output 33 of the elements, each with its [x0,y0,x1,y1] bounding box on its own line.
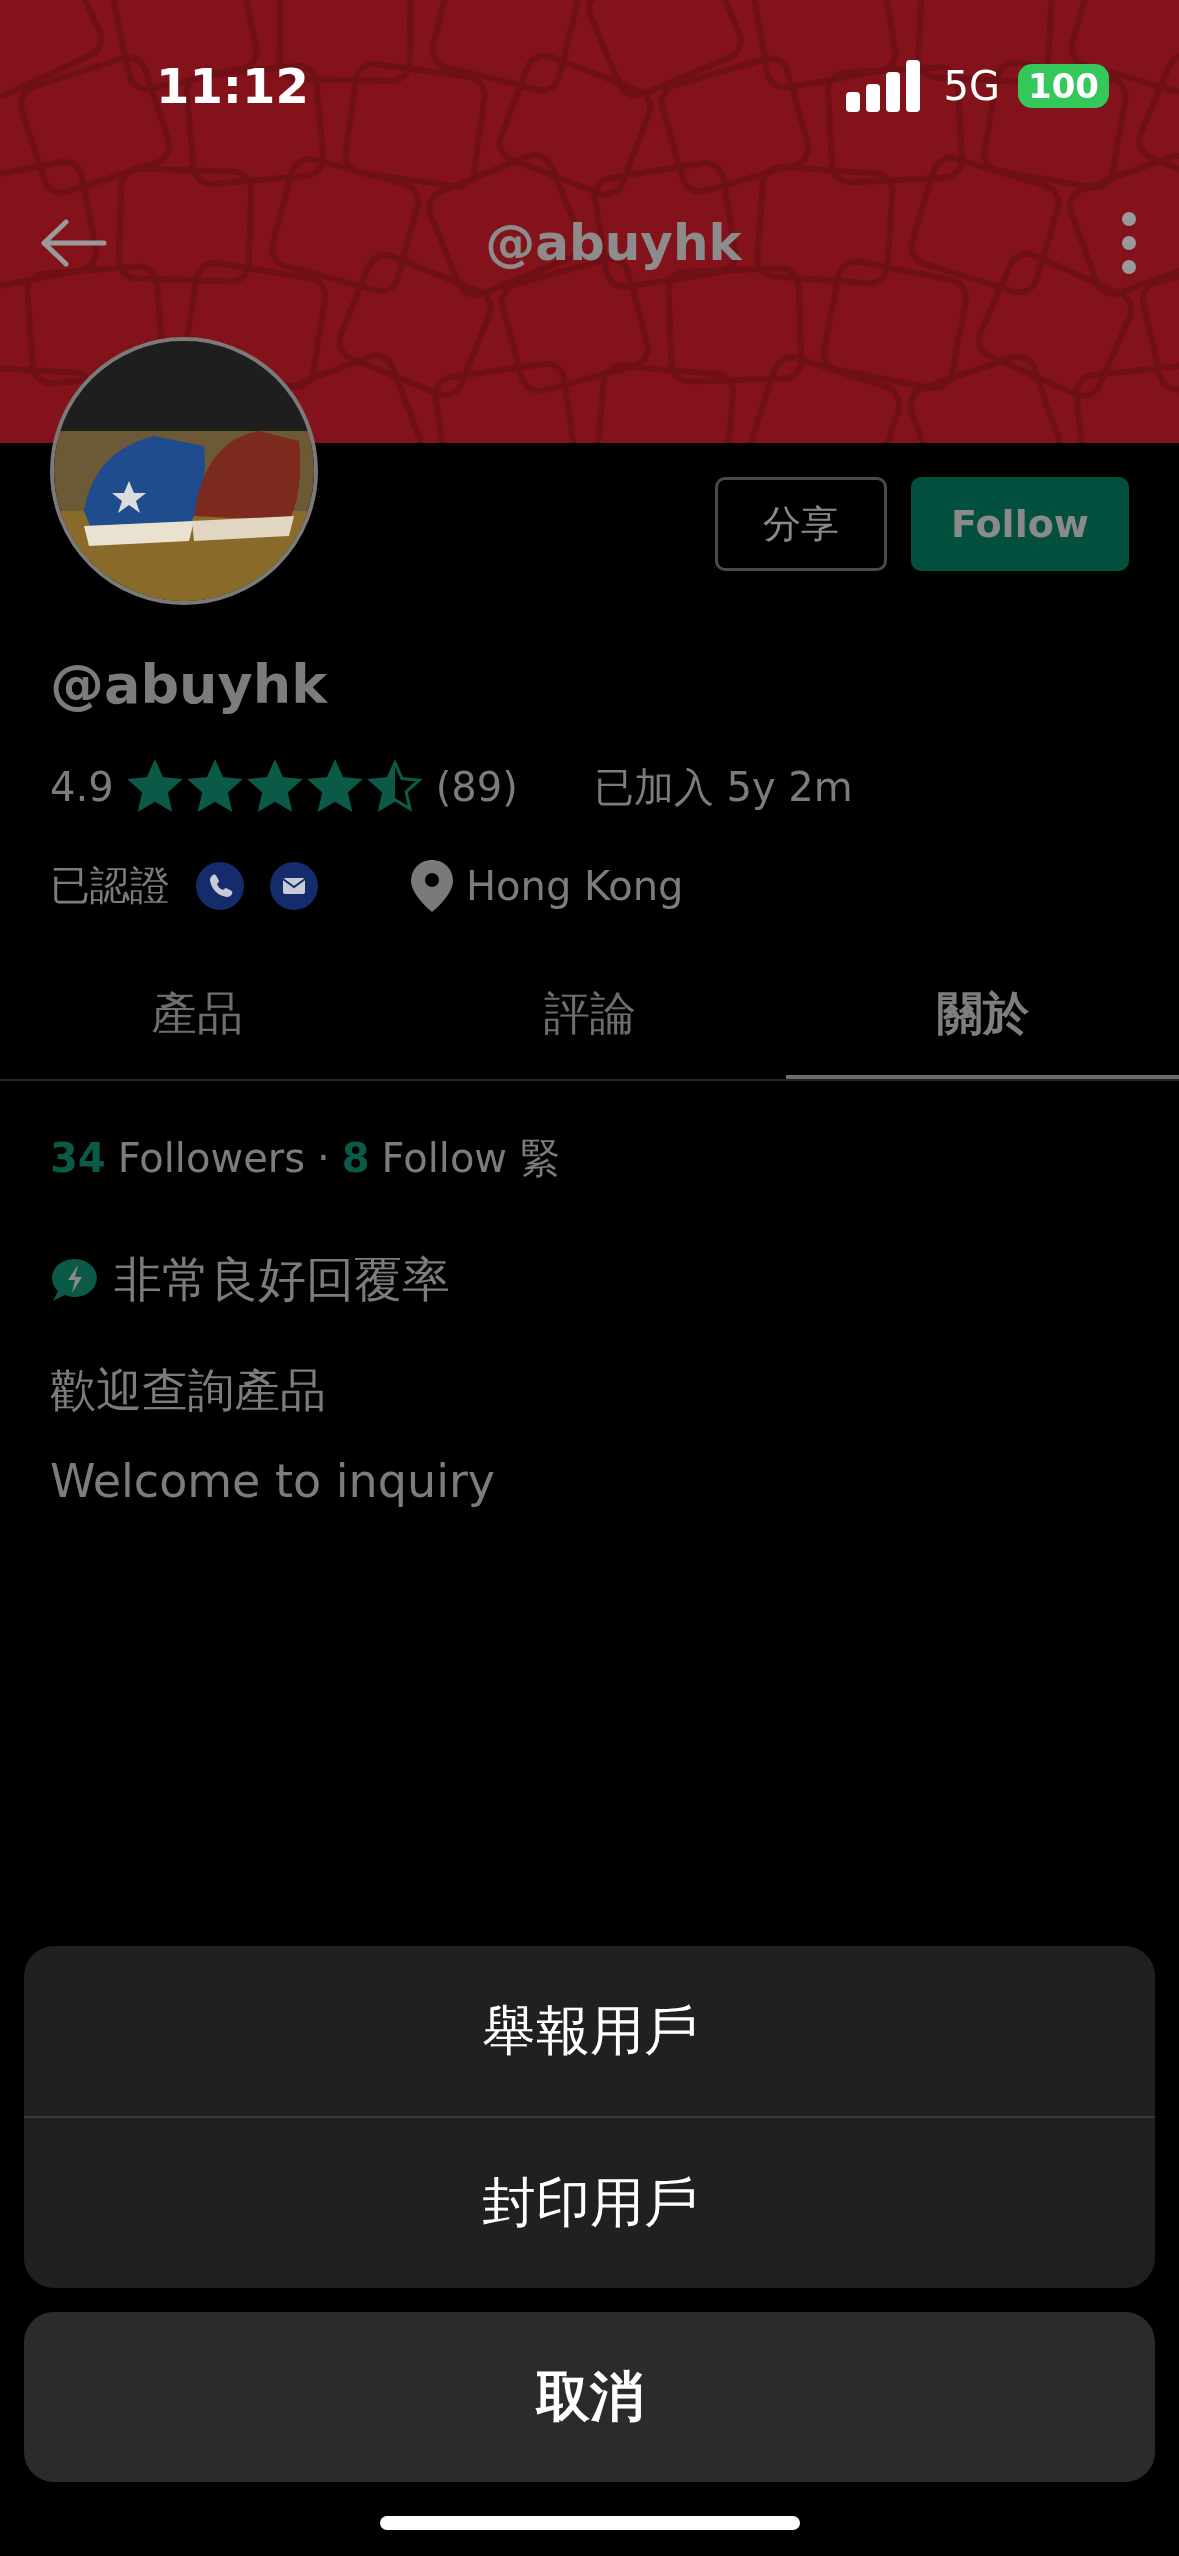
response-rate-label: 非常良好回覆率 [114,1250,450,1309]
more-icon [1119,211,1139,275]
tab[interactable]: 產品 [0,953,393,1079]
followers-label: Followers [117,1135,306,1181]
username: @abuyhk [50,653,329,716]
following-label: Follow 緊 [381,1134,560,1183]
verified-label: 已認證 [50,861,170,910]
back-arrow-icon [38,218,108,268]
separator-dot: · [317,1135,330,1181]
lightning-chat-icon [50,1257,100,1303]
followers-count: 34 [50,1135,106,1181]
rating-value: 4.9 [50,764,114,810]
phone-icon [196,861,244,910]
status-time: 11:12 [156,58,309,114]
mail-icon [270,861,318,910]
back-button[interactable] [38,218,108,268]
action-sheet-item[interactable]: 封印用戶 [24,2118,1155,2288]
description-text: Welcome to inquiry [50,1454,497,1508]
action-sheet-item[interactable]: 舉報用戶 [24,1946,1155,2116]
tab[interactable]: 關於 [786,953,1179,1079]
tab[interactable]: 評論 [393,953,786,1079]
following-count: 8 [341,1135,370,1181]
joined-label: 已加入 5y 2m [593,762,853,812]
nav-title: @abuyhk [485,214,742,272]
location-label: Hong Kong [466,862,684,909]
review-count: (89) [435,764,518,810]
share-button[interactable]: 分享 [715,477,887,571]
cancel-button[interactable]: 取消 [24,2312,1155,2482]
description-text: 歡迎查詢產品 [50,1362,327,1419]
network-label: 5G [943,63,1000,109]
location-pin-icon [410,859,454,912]
more-button[interactable] [1119,211,1139,275]
battery-indicator: 100 [1018,64,1109,108]
